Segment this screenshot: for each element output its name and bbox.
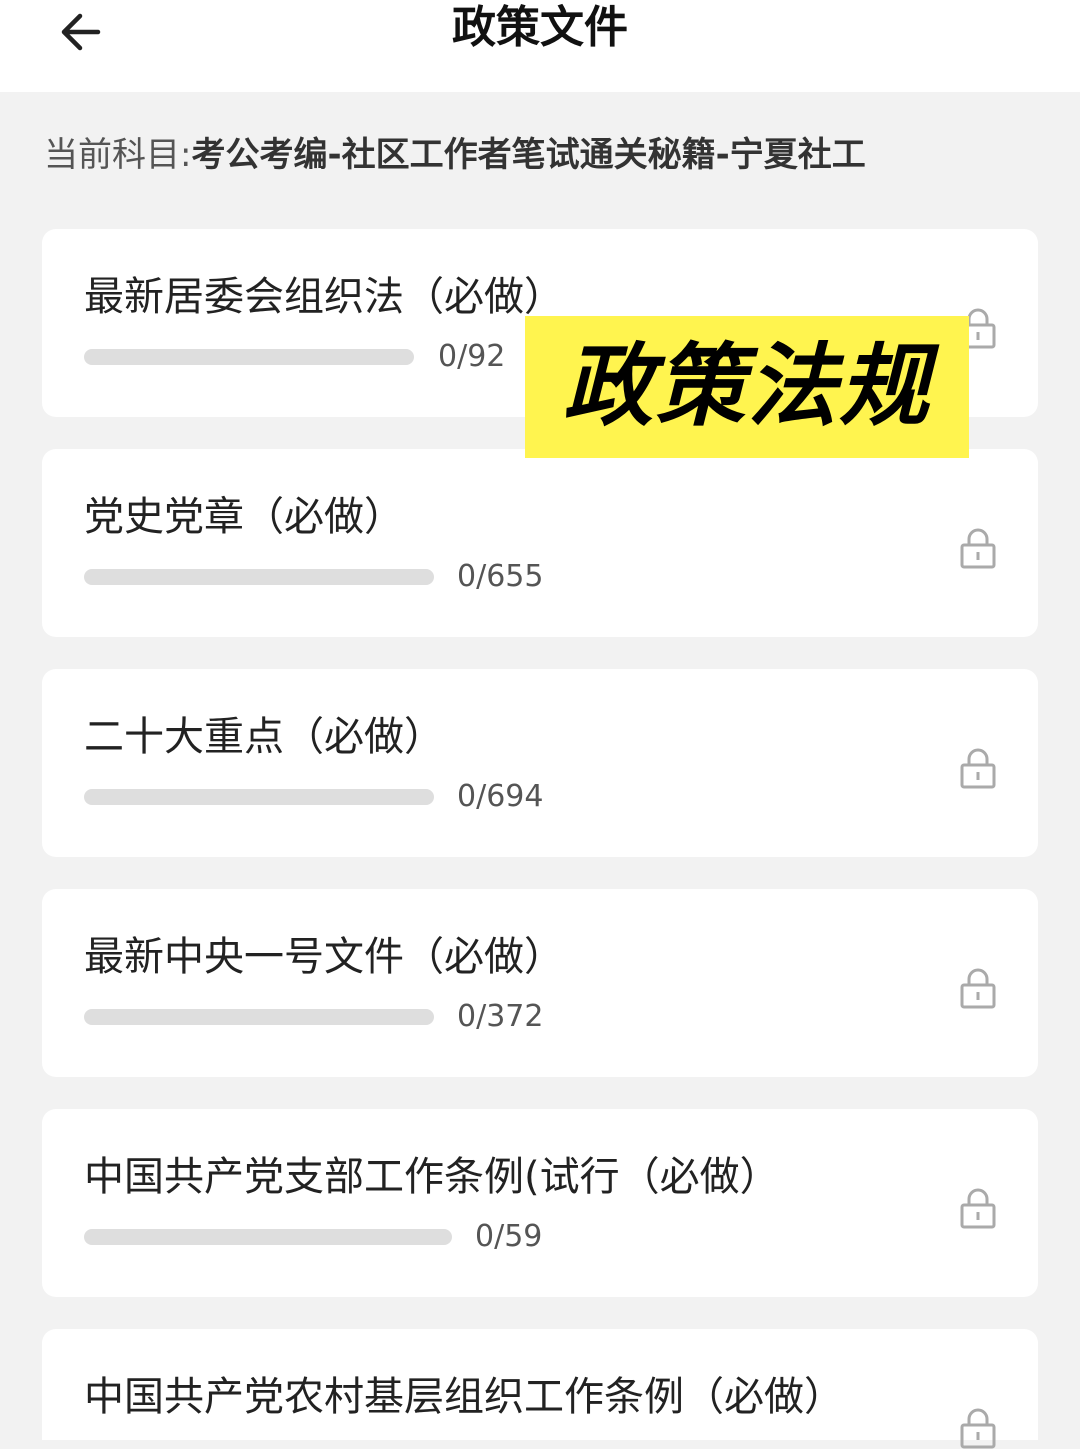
item-title: 最新中央一号文件（必做）: [84, 934, 564, 980]
lock-icon: [960, 968, 996, 1009]
progress-bar: [84, 349, 414, 365]
list-item[interactable]: 党史党章（必做） 0/655: [42, 449, 1038, 637]
lock-icon: [960, 1408, 996, 1449]
item-title: 最新居委会组织法（必做）: [84, 274, 564, 320]
subject-prefix-label: 当前科目:: [44, 135, 192, 175]
list-item[interactable]: 二十大重点（必做） 0/694: [42, 669, 1038, 857]
policy-regulations-banner: 政策法规: [525, 316, 969, 458]
progress-bar: [84, 789, 434, 805]
list-item[interactable]: 最新中央一号文件（必做） 0/372: [42, 889, 1038, 1077]
top-bar: 政策文件: [0, 0, 1080, 92]
item-title: 中国共产党农村基层组织工作条例（必做）: [84, 1374, 844, 1420]
progress-count: 0/694: [457, 779, 544, 814]
list-item[interactable]: 中国共产党农村基层组织工作条例（必做）: [42, 1329, 1038, 1449]
item-title: 中国共产党支部工作条例(试行（必做）: [84, 1154, 780, 1200]
progress-count: 0/655: [457, 559, 544, 594]
lock-icon: [960, 748, 996, 789]
progress-bar: [84, 1009, 434, 1025]
lock-icon: [960, 1188, 996, 1229]
progress-count: 0/92: [438, 339, 506, 374]
progress-count: 0/372: [457, 999, 544, 1034]
subject-name: 考公考编-社区工作者笔试通关秘籍-宁夏社工: [191, 135, 866, 175]
page-title: 政策文件: [452, 2, 628, 53]
current-subject: 当前科目:考公考编-社区工作者笔试通关秘籍-宁夏社工: [44, 130, 866, 180]
lock-icon: [960, 528, 996, 569]
progress-bar: [84, 1229, 452, 1245]
item-title: 二十大重点（必做）: [84, 714, 444, 760]
progress-bar: [84, 569, 434, 585]
progress-count: 0/59: [475, 1219, 543, 1254]
item-title: 党史党章（必做）: [84, 494, 404, 540]
list-item[interactable]: 中国共产党支部工作条例(试行（必做） 0/59: [42, 1109, 1038, 1297]
